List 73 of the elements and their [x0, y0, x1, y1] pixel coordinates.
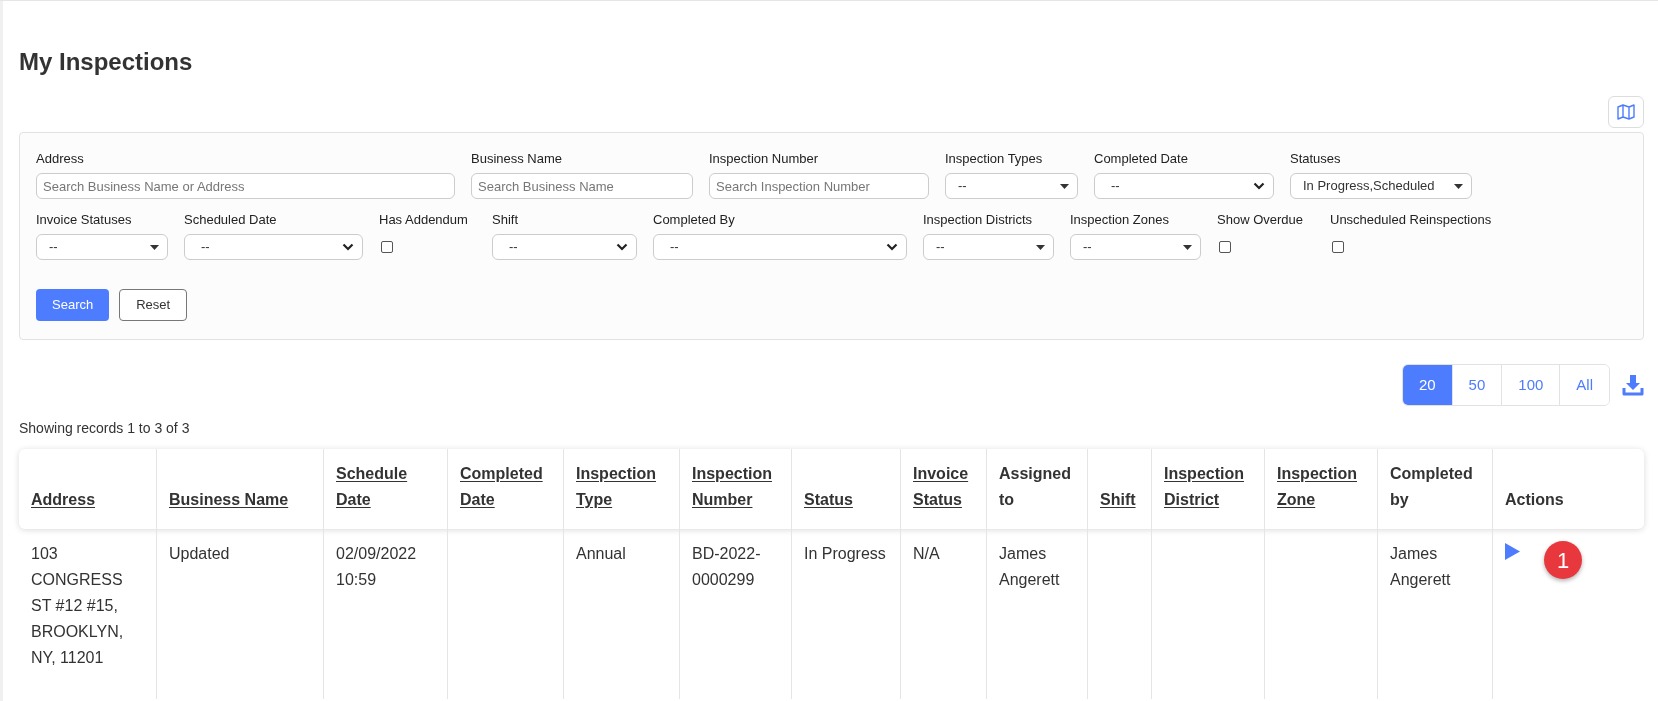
column-header[interactable]: Inspection Zone	[1277, 461, 1365, 513]
field-label: Has Addendum	[379, 212, 469, 228]
column-header[interactable]: Inspection District	[1164, 461, 1252, 513]
dropdown-button[interactable]: --	[945, 173, 1078, 199]
page-size-button[interactable]: 20	[1402, 365, 1452, 405]
column-header[interactable]: Schedule Date	[336, 461, 435, 513]
page-size-button[interactable]: All	[1559, 365, 1609, 405]
field-label: Inspection Zones	[1070, 212, 1170, 228]
field-label: Completed Date	[1094, 151, 1189, 167]
caret-down-icon	[1454, 183, 1463, 189]
table-cell: 02/09/2022 10:59	[336, 545, 417, 588]
dropdown-button[interactable]: --	[36, 234, 168, 260]
search-button[interactable]: Search	[36, 289, 110, 321]
dropdown-button[interactable]: --	[923, 234, 1054, 260]
map-button[interactable]	[1608, 96, 1644, 128]
table-cell: 103 CONGRESS ST #12 #15, BROOKLYN, NY, 11201	[31, 545, 124, 666]
table-cell: Updated	[169, 545, 230, 562]
table-cell: In Progress	[804, 545, 886, 562]
checkbox[interactable]	[1219, 241, 1231, 253]
table-cell: James Angerett	[1390, 545, 1451, 588]
download-icon[interactable]	[1622, 374, 1644, 396]
search-field[interactable]: Search Business Name or Address	[36, 173, 455, 199]
select-field[interactable]: --	[653, 234, 907, 260]
caret-down-icon	[150, 244, 159, 250]
table-cell: N/A	[913, 545, 940, 562]
chevron-down-icon	[1253, 182, 1265, 190]
column-header[interactable]: Invoice Status	[913, 461, 974, 513]
select-field[interactable]: --	[184, 234, 363, 260]
column-header: Actions	[1505, 490, 1564, 510]
page-title: My Inspections	[19, 48, 193, 76]
table-cell: BD-2022-0000299	[692, 545, 761, 588]
records-summary: Showing records 1 to 3 of 3	[19, 419, 190, 438]
column-header: Completed by	[1390, 464, 1474, 510]
field-label: Invoice Statuses	[36, 212, 133, 228]
dropdown-button[interactable]: --	[1070, 234, 1201, 260]
search-field[interactable]: Search Inspection Number	[709, 173, 929, 199]
count-badge: 1	[1544, 541, 1582, 579]
select-field[interactable]: --	[492, 234, 637, 260]
checkbox[interactable]	[381, 241, 393, 253]
column-header[interactable]: Status	[804, 487, 853, 513]
column-header[interactable]: Address	[31, 487, 96, 513]
column-header[interactable]: Inspection Number	[692, 461, 779, 513]
field-label: Business Name	[471, 151, 564, 167]
field-label: Statuses	[1290, 151, 1342, 167]
chevron-down-icon	[342, 243, 354, 251]
caret-down-icon	[1036, 244, 1045, 250]
chevron-down-icon	[616, 243, 628, 251]
column-header: Assigned to	[999, 464, 1072, 510]
column-header[interactable]: Shift	[1100, 487, 1136, 513]
column-header[interactable]: Business Name	[169, 487, 289, 513]
field-label: Inspection Types	[945, 151, 1044, 167]
reset-button[interactable]: Reset	[119, 289, 188, 321]
field-label: Shift	[492, 212, 519, 228]
column-header[interactable]: Completed Date	[460, 461, 551, 513]
field-label: Inspection Number	[709, 151, 820, 167]
table-cell: James Angerett	[999, 545, 1060, 588]
chevron-down-icon	[886, 243, 898, 251]
field-label: Unscheduled Reinspections	[1330, 212, 1493, 228]
caret-down-icon	[1060, 183, 1069, 189]
search-field[interactable]: Search Business Name	[471, 173, 693, 199]
map-icon	[1617, 104, 1635, 120]
column-header[interactable]: Inspection Type	[576, 461, 667, 513]
field-label: Scheduled Date	[184, 212, 278, 228]
field-label: Address	[36, 151, 85, 167]
play-icon[interactable]	[1505, 543, 1520, 560]
field-label: Show Overdue	[1217, 212, 1304, 228]
select-field[interactable]: --	[1094, 173, 1274, 199]
field-label: Completed By	[653, 212, 736, 228]
checkbox[interactable]	[1332, 241, 1344, 253]
table-cell: Annual	[576, 545, 626, 562]
dropdown-button[interactable]: In Progress,Scheduled	[1290, 173, 1472, 199]
caret-down-icon	[1183, 244, 1192, 250]
field-label: Inspection Districts	[923, 212, 1034, 228]
